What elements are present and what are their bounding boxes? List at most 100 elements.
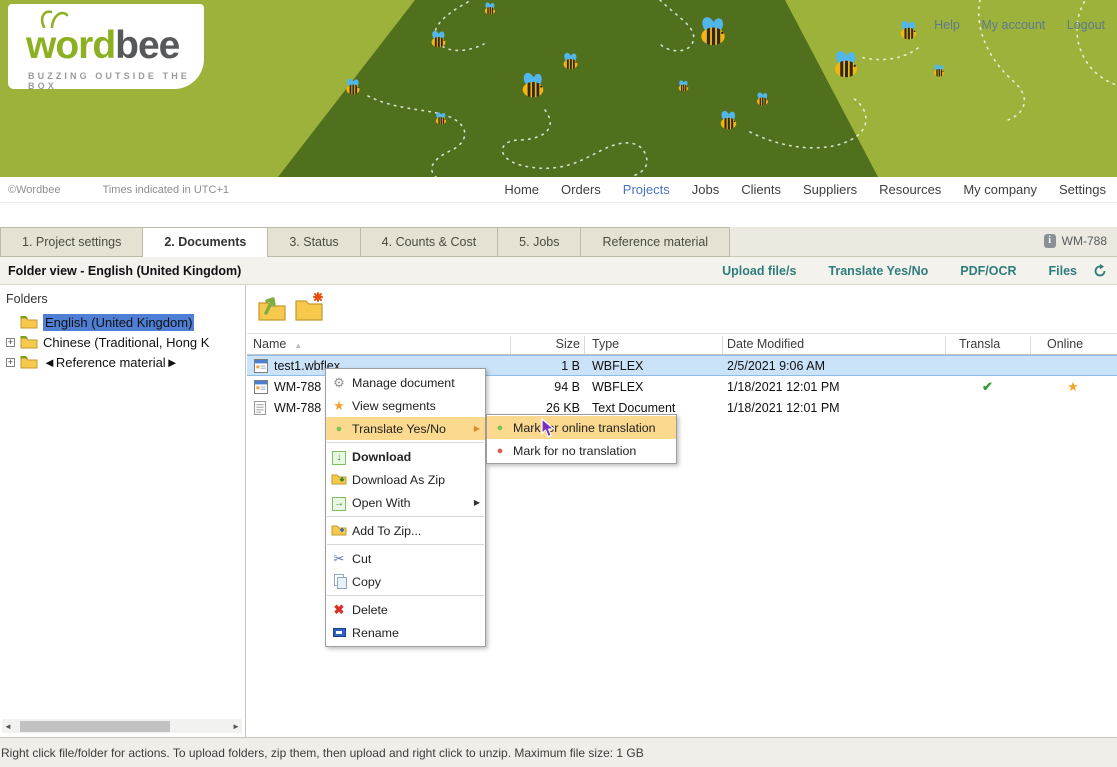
banner: wordbee BUZZING OUTSIDE THE BOX Help My … <box>0 0 1117 177</box>
file-date-modified: 1/18/2021 12:01 PM <box>727 401 840 415</box>
file-date-modified: 1/18/2021 12:01 PM <box>727 380 840 394</box>
nav-item-settings[interactable]: Settings <box>1048 182 1117 197</box>
menu-item-cut[interactable]: ✂ Cut <box>326 547 485 570</box>
folder-icon <box>20 335 38 349</box>
tree-item-label[interactable]: ◄Reference material► <box>43 355 179 370</box>
folder-icon <box>20 315 38 329</box>
file-type: WBFLEX <box>592 359 643 373</box>
wbflex-file-icon <box>254 380 268 394</box>
menu-item-rename[interactable]: Rename <box>326 621 485 644</box>
pdf-ocr-link[interactable]: PDF/OCR <box>960 264 1016 278</box>
tree-item-chinese[interactable]: + Chinese (Traditional, Hong K <box>0 332 245 352</box>
nav-item-orders[interactable]: Orders <box>550 182 612 197</box>
submenu-arrow-icon: ▶ <box>474 424 480 433</box>
folder-icon <box>20 355 38 369</box>
status-text: Right click file/folder for actions. To … <box>1 746 644 760</box>
my-account-link[interactable]: My account <box>981 18 1045 32</box>
info-icon: i <box>1044 234 1056 248</box>
green-dot-icon: ● <box>326 423 352 435</box>
logout-link[interactable]: Logout <box>1067 18 1105 32</box>
submenu-item-mark-no-translation[interactable]: ● Mark for no translation <box>487 439 676 462</box>
nav-item-clients[interactable]: Clients <box>730 182 792 197</box>
column-header-online[interactable]: Online <box>1047 337 1083 351</box>
copyright-label: ©Wordbee <box>8 184 61 196</box>
nav-item-resources[interactable]: Resources <box>868 182 952 197</box>
download-icon: ↓ <box>326 449 352 465</box>
star-icon: ★ <box>326 398 352 414</box>
new-folder-icon[interactable] <box>293 291 325 323</box>
tab-reference-material[interactable]: Reference material <box>581 227 730 257</box>
menu-item-delete[interactable]: ✖ Delete <box>326 598 485 621</box>
help-link[interactable]: Help <box>934 18 960 32</box>
translate-check-icon: ✔ <box>945 379 1030 395</box>
project-ref-label: WM-788 <box>1062 234 1107 248</box>
online-star-icon: ★ <box>1030 379 1116 395</box>
rename-icon <box>326 626 352 640</box>
tree-expander-icon[interactable]: + <box>6 358 15 367</box>
menu-item-download[interactable]: ↓ Download <box>326 445 485 468</box>
logo-tagline: BUZZING OUTSIDE THE BOX <box>28 71 204 91</box>
column-header-size[interactable]: Size <box>450 337 580 351</box>
menu-item-copy[interactable]: Copy <box>326 570 485 593</box>
green-dot-icon: ● <box>487 422 513 434</box>
upload-folder-icon[interactable] <box>256 291 288 323</box>
tree-item-label[interactable]: Chinese (Traditional, Hong K <box>43 335 209 350</box>
submenu-item-mark-online-translation[interactable]: ● Mark for online translation <box>487 416 676 439</box>
tree-expander-icon[interactable]: + <box>6 338 15 347</box>
menu-item-view-segments[interactable]: ★ View segments <box>326 394 485 417</box>
timezone-note: Times indicated in UTC+1 <box>103 184 229 196</box>
upload-files-link[interactable]: Upload file/s <box>722 264 796 278</box>
nav-item-projects[interactable]: Projects <box>612 182 681 197</box>
scissors-icon: ✂ <box>326 551 352 567</box>
nav-item-home[interactable]: Home <box>493 182 550 197</box>
horizontal-scrollbar[interactable]: ◄ ► <box>2 719 242 733</box>
tab-status[interactable]: 3. Status <box>268 227 360 257</box>
folder-view-actions: Upload file/s Translate Yes/No PDF/OCR F… <box>690 264 1117 278</box>
translate-yesno-link[interactable]: Translate Yes/No <box>828 264 928 278</box>
scroll-left-icon[interactable]: ◄ <box>2 722 14 731</box>
context-menu: ⚙ Manage document ★ View segments ● Tran… <box>325 368 486 647</box>
wbflex-file-icon <box>254 359 268 373</box>
scrollbar-thumb[interactable] <box>20 721 170 732</box>
tab-strip: 1. Project settings 2. Documents 3. Stat… <box>0 227 1117 257</box>
banner-links: Help My account Logout <box>916 18 1105 32</box>
file-name: WM-788 <box>274 401 321 415</box>
text-file-icon <box>254 401 266 415</box>
nav-item-jobs[interactable]: Jobs <box>681 182 730 197</box>
menu-item-download-as-zip[interactable]: Download As Zip <box>326 468 485 491</box>
folders-panel: Folders English (United Kingdom) + Chine… <box>0 285 246 737</box>
open-with-icon: → <box>326 495 352 511</box>
column-header-name[interactable]: Name▲ <box>253 337 302 351</box>
column-header-date-modified[interactable]: Date Modified <box>727 337 804 351</box>
tree-item-english-uk[interactable]: English (United Kingdom) <box>0 312 245 332</box>
tab-counts-cost[interactable]: 4. Counts & Cost <box>361 227 499 257</box>
menu-item-add-to-zip[interactable]: Add To Zip... <box>326 519 485 542</box>
top-bar: ©Wordbee Times indicated in UTC+1 Home O… <box>0 177 1117 203</box>
file-name: WM-788 <box>274 380 321 394</box>
tab-documents[interactable]: 2. Documents <box>143 227 268 258</box>
logo-text: wordbee <box>26 24 179 68</box>
folders-panel-title: Folders <box>0 285 245 312</box>
menu-item-translate-yesno[interactable]: ● Translate Yes/No ▶ <box>326 417 485 440</box>
tree-item-reference-material[interactable]: + ◄Reference material► <box>0 352 245 372</box>
nav-item-suppliers[interactable]: Suppliers <box>792 182 868 197</box>
tab-project-settings[interactable]: 1. Project settings <box>0 227 143 257</box>
file-toolbar <box>247 285 1117 333</box>
menu-item-manage-document[interactable]: ⚙ Manage document <box>326 371 485 394</box>
logo-antennae-icon <box>36 8 70 28</box>
column-header-transla[interactable]: Transla <box>959 337 1000 351</box>
zip-folder-icon <box>326 472 352 488</box>
tree-item-label[interactable]: English (United Kingdom) <box>43 314 194 331</box>
mouse-cursor <box>541 418 557 438</box>
menu-item-open-with[interactable]: → Open With ▶ <box>326 491 485 514</box>
column-header-type[interactable]: Type <box>592 337 619 351</box>
tab-jobs[interactable]: 5. Jobs <box>498 227 581 257</box>
file-date-modified: 2/5/2021 9:06 AM <box>727 359 825 373</box>
nav-item-my-company[interactable]: My company <box>952 182 1048 197</box>
file-type: Text Document <box>592 401 675 415</box>
copy-icon <box>326 574 352 590</box>
refresh-icon[interactable] <box>1093 264 1107 278</box>
files-link[interactable]: Files <box>1049 264 1078 278</box>
scroll-right-icon[interactable]: ► <box>230 722 242 731</box>
status-bar: Right click file/folder for actions. To … <box>0 737 1117 767</box>
